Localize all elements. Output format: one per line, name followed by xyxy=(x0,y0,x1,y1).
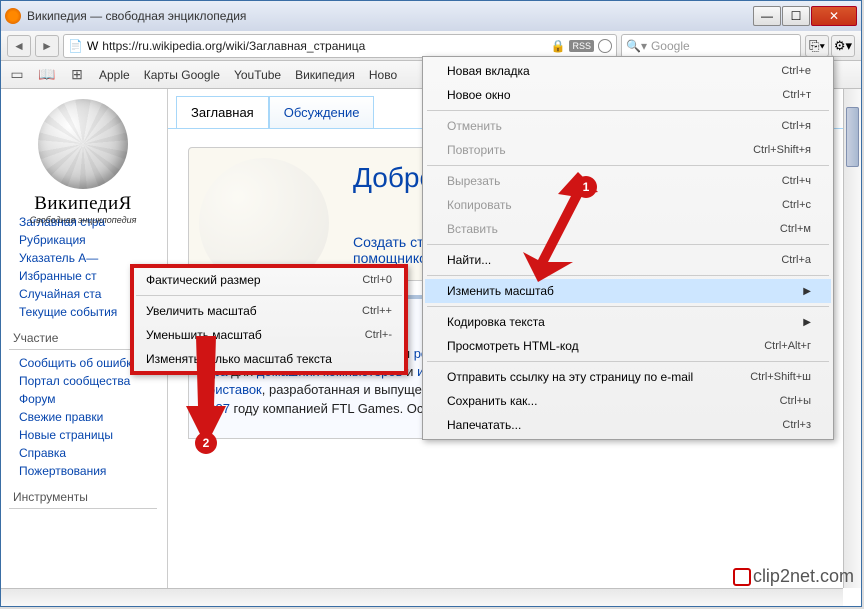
sidebar-toggle-icon[interactable]: ▭ xyxy=(9,67,25,83)
globe-icon: W xyxy=(87,39,98,53)
sidebar-link[interactable]: Новые страницы xyxy=(9,426,157,444)
submenu-arrow-icon: ▶ xyxy=(803,286,811,297)
menu-item[interactable]: Напечатать...Ctrl+з xyxy=(425,413,831,437)
minimize-button[interactable]: — xyxy=(753,6,781,26)
url-text: https://ru.wikipedia.org/wiki/Заглавная_… xyxy=(102,39,546,53)
search-icon: 🔍▾ xyxy=(626,39,647,53)
main-context-menu: Новая вкладкаCtrl+еНовое окноCtrl+т Отмен… xyxy=(422,56,834,440)
logo-subtitle: Свободная энциклопедия xyxy=(18,215,148,225)
globe-logo-icon xyxy=(38,99,128,189)
bookmark-item[interactable]: Карты Google xyxy=(144,68,220,82)
vertical-scrollbar[interactable] xyxy=(843,89,861,588)
menu-item[interactable]: КопироватьCtrl+с xyxy=(425,193,831,217)
annotation-badge-2: 2 xyxy=(195,432,217,454)
reload-icon[interactable] xyxy=(598,39,612,53)
page-icon: 📄 xyxy=(68,39,83,53)
bookmark-item[interactable]: YouTube xyxy=(234,68,281,82)
menu-item[interactable]: Уменьшить масштабCtrl+- xyxy=(134,323,404,347)
menu-item[interactable]: Отправить ссылку на эту страницу по e-ma… xyxy=(425,365,831,389)
app-icon xyxy=(5,8,21,24)
sidebar-link[interactable]: Форум xyxy=(9,390,157,408)
menu-item[interactable]: Кодировка текста▶ xyxy=(425,310,831,334)
menu-item[interactable]: Увеличить масштабCtrl++ xyxy=(134,299,404,323)
watermark-icon xyxy=(733,568,751,586)
menu-item[interactable]: ОтменитьCtrl+я xyxy=(425,114,831,138)
window-title: Википедия — свободная энциклопедия xyxy=(27,9,753,23)
menu-item[interactable]: Сохранить как...Ctrl+ы xyxy=(425,389,831,413)
sidebar-link[interactable]: Справка xyxy=(9,444,157,462)
sidebar-header: Инструменты xyxy=(9,490,157,504)
gear-icon[interactable]: ⚙▾ xyxy=(831,35,855,57)
menu-item[interactable]: Изменять только масштаб текста xyxy=(134,347,404,371)
menu-item[interactable]: Найти...Ctrl+а xyxy=(425,248,831,272)
menu-item[interactable]: ВставитьCtrl+м xyxy=(425,217,831,241)
annotation-badge-1: 1 xyxy=(575,176,597,198)
watermark: clip2net.com xyxy=(733,566,854,587)
menu-item[interactable]: Изменить масштаб▶ xyxy=(425,279,831,303)
sidebar-link[interactable]: Пожертвования xyxy=(9,462,157,480)
menu-item[interactable]: Новая вкладкаCtrl+е xyxy=(425,59,831,83)
book-icon[interactable]: 📖 xyxy=(39,67,55,83)
rss-badge[interactable]: RSS xyxy=(569,40,594,52)
submenu-arrow-icon: ▶ xyxy=(803,317,811,328)
grid-icon[interactable]: ⊞ xyxy=(69,67,85,83)
bookmark-item[interactable]: Ново xyxy=(369,68,397,82)
tab-talk[interactable]: Обсуждение xyxy=(269,96,375,128)
zoom-submenu: Фактический размерCtrl+0 Увеличить масшта… xyxy=(130,264,408,375)
menu-item[interactable]: Просмотреть HTML-кодCtrl+Alt+г xyxy=(425,334,831,358)
address-bar[interactable]: 📄 W https://ru.wikipedia.org/wiki/Заглав… xyxy=(63,34,617,58)
horizontal-scrollbar[interactable] xyxy=(1,588,843,606)
maximize-button[interactable]: ☐ xyxy=(782,6,810,26)
wiki-logo[interactable]: ВикипедиЯ Свободная энциклопедия xyxy=(18,99,148,199)
sidebar-link[interactable]: Свежие правки xyxy=(9,408,157,426)
scroll-thumb[interactable] xyxy=(846,107,859,167)
back-button[interactable]: ◄ xyxy=(7,35,31,57)
menu-item[interactable]: Фактический размерCtrl+0 xyxy=(134,268,404,292)
close-button[interactable]: ✕ xyxy=(811,6,857,26)
forward-button[interactable]: ► xyxy=(35,35,59,57)
page-action-button[interactable]: ⎘▾ xyxy=(805,35,829,57)
logo-title: ВикипедиЯ xyxy=(18,193,148,215)
bookmark-item[interactable]: Википедия xyxy=(295,68,355,82)
search-box[interactable]: 🔍▾ Google xyxy=(621,34,801,58)
tab-main[interactable]: Заглавная xyxy=(176,96,269,128)
sidebar-link[interactable]: Рубрикация xyxy=(9,231,157,249)
menu-item[interactable]: ВырезатьCtrl+ч xyxy=(425,169,831,193)
bookmark-item[interactable]: Apple xyxy=(99,68,130,82)
search-placeholder: Google xyxy=(651,39,690,53)
menu-item[interactable]: ПовторитьCtrl+Shift+я xyxy=(425,138,831,162)
menu-item[interactable]: Новое окноCtrl+т xyxy=(425,83,831,107)
lock-icon: 🔒 xyxy=(551,39,566,53)
